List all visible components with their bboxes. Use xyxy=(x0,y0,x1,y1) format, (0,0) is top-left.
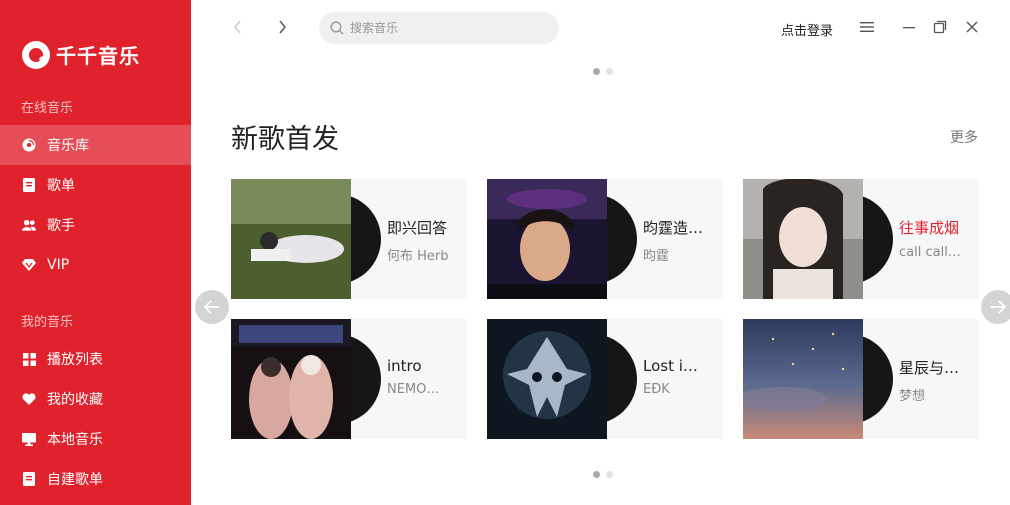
disc-icon xyxy=(22,138,36,152)
sidebar-item-custom-playlists[interactable]: 自建歌单 xyxy=(0,459,191,499)
cards-pagination xyxy=(593,471,613,478)
song-title[interactable]: Lost i… xyxy=(643,357,719,375)
sidebar-item-label: 自建歌单 xyxy=(47,472,103,488)
song-artist[interactable]: 何布 Herb xyxy=(387,245,463,264)
my-music-section-title: 我的音乐 xyxy=(21,315,74,330)
song-info: 往事成烟 call call… xyxy=(899,217,975,260)
sidebar-item-label: 歌手 xyxy=(47,218,75,234)
song-title[interactable]: 即兴回答 xyxy=(387,217,463,238)
album-cover xyxy=(487,319,607,439)
sidebar-item-label: 音乐库 xyxy=(47,138,89,154)
album-cover xyxy=(231,179,351,299)
grid-icon xyxy=(22,352,36,366)
carousel-next-button[interactable] xyxy=(981,290,1010,324)
minimize-icon xyxy=(903,27,915,29)
album-cover xyxy=(487,179,607,299)
restore-window-icon xyxy=(933,20,947,34)
pagination-dot[interactable] xyxy=(606,471,613,478)
minimize-button[interactable] xyxy=(899,17,919,37)
hamburger-menu-icon xyxy=(860,22,874,32)
close-button[interactable] xyxy=(962,17,982,37)
sidebar-item-label: VIP xyxy=(47,257,70,273)
pagination-dot[interactable] xyxy=(606,68,613,75)
sidebar-item-vip[interactable]: VIP xyxy=(0,245,191,285)
menu-button[interactable] xyxy=(857,17,877,37)
song-artist[interactable]: call call… xyxy=(899,245,975,260)
search-input[interactable] xyxy=(350,21,540,35)
sidebar: 千千音乐 在线音乐 音乐库 歌单 歌手 VIP 我的音乐 播放列表 我的收藏 本… xyxy=(0,0,191,505)
chevron-right-icon xyxy=(279,20,286,34)
chevron-left-icon xyxy=(234,20,241,34)
sidebar-item-playlists[interactable]: 歌单 xyxy=(0,165,191,205)
song-title[interactable]: 往事成烟 xyxy=(899,217,975,238)
album-cover xyxy=(743,179,863,299)
sidebar-item-label: 播放列表 xyxy=(47,352,103,368)
back-button[interactable] xyxy=(228,17,248,37)
sidebar-item-favorites[interactable]: 我的收藏 xyxy=(0,379,191,419)
close-icon xyxy=(966,21,978,33)
app-logo[interactable]: 千千音乐 xyxy=(22,40,140,69)
song-artist[interactable]: ĒĐK xyxy=(643,382,719,397)
song-title[interactable]: 星辰与… xyxy=(899,357,975,378)
sidebar-item-music-library[interactable]: 音乐库 xyxy=(0,125,191,165)
playlist-icon xyxy=(22,178,36,192)
song-card[interactable]: Lost i… ĒĐK xyxy=(487,319,723,439)
song-info: Lost i… ĒĐK xyxy=(643,357,719,397)
login-button[interactable]: 点击登录 xyxy=(781,20,833,39)
song-artist[interactable]: 梦想 xyxy=(899,385,975,404)
pagination-dot-active[interactable] xyxy=(593,68,600,75)
vip-diamond-icon xyxy=(22,258,36,272)
song-info: 昀霆造… 昀霆 xyxy=(643,217,719,264)
song-card[interactable]: 昀霆造… 昀霆 xyxy=(487,179,723,299)
album-cover xyxy=(231,319,351,439)
online-music-section-title: 在线音乐 xyxy=(21,101,74,116)
search-box[interactable] xyxy=(319,12,559,44)
heart-icon xyxy=(22,392,36,406)
restore-button[interactable] xyxy=(930,17,950,37)
pagination-dot-active[interactable] xyxy=(593,471,600,478)
more-link[interactable]: 更多 xyxy=(950,127,978,147)
app-window: 千千音乐 在线音乐 音乐库 歌单 歌手 VIP 我的音乐 播放列表 我的收藏 本… xyxy=(0,0,1010,505)
sidebar-item-play-queue[interactable]: 播放列表 xyxy=(0,339,191,379)
carousel-prev-button[interactable] xyxy=(195,290,229,324)
arrow-right-icon xyxy=(991,300,1006,314)
sidebar-item-local-music[interactable]: 本地音乐 xyxy=(0,419,191,459)
song-info: 星辰与… 梦想 xyxy=(899,357,975,404)
section-title: 新歌首发 xyxy=(231,124,339,155)
song-card[interactable]: 即兴回答 何布 Herb xyxy=(231,179,467,299)
song-info: intro NEMO… xyxy=(387,357,463,397)
app-name: 千千音乐 xyxy=(56,44,140,68)
song-info: 即兴回答 何布 Herb xyxy=(387,217,463,264)
arrow-left-icon xyxy=(204,300,219,314)
album-cover xyxy=(743,319,863,439)
song-card[interactable]: 星辰与… 梦想 xyxy=(743,319,979,439)
sidebar-item-singers[interactable]: 歌手 xyxy=(0,205,191,245)
sidebar-item-label: 我的收藏 xyxy=(47,392,103,408)
monitor-icon xyxy=(22,432,36,446)
song-card[interactable]: intro NEMO… xyxy=(231,319,467,439)
document-icon xyxy=(22,472,36,486)
song-title[interactable]: 昀霆造… xyxy=(643,217,719,238)
banner-pagination xyxy=(593,68,613,75)
singer-icon xyxy=(22,218,36,232)
song-title[interactable]: intro xyxy=(387,357,463,375)
sidebar-item-label: 本地音乐 xyxy=(47,432,103,448)
search-icon xyxy=(330,21,344,35)
song-artist[interactable]: 昀霆 xyxy=(643,245,719,264)
song-artist[interactable]: NEMO… xyxy=(387,382,463,397)
song-card[interactable]: 往事成烟 call call… xyxy=(743,179,979,299)
forward-button[interactable] xyxy=(272,17,292,37)
logo-icon xyxy=(22,40,50,69)
sidebar-item-label: 歌单 xyxy=(47,178,75,194)
